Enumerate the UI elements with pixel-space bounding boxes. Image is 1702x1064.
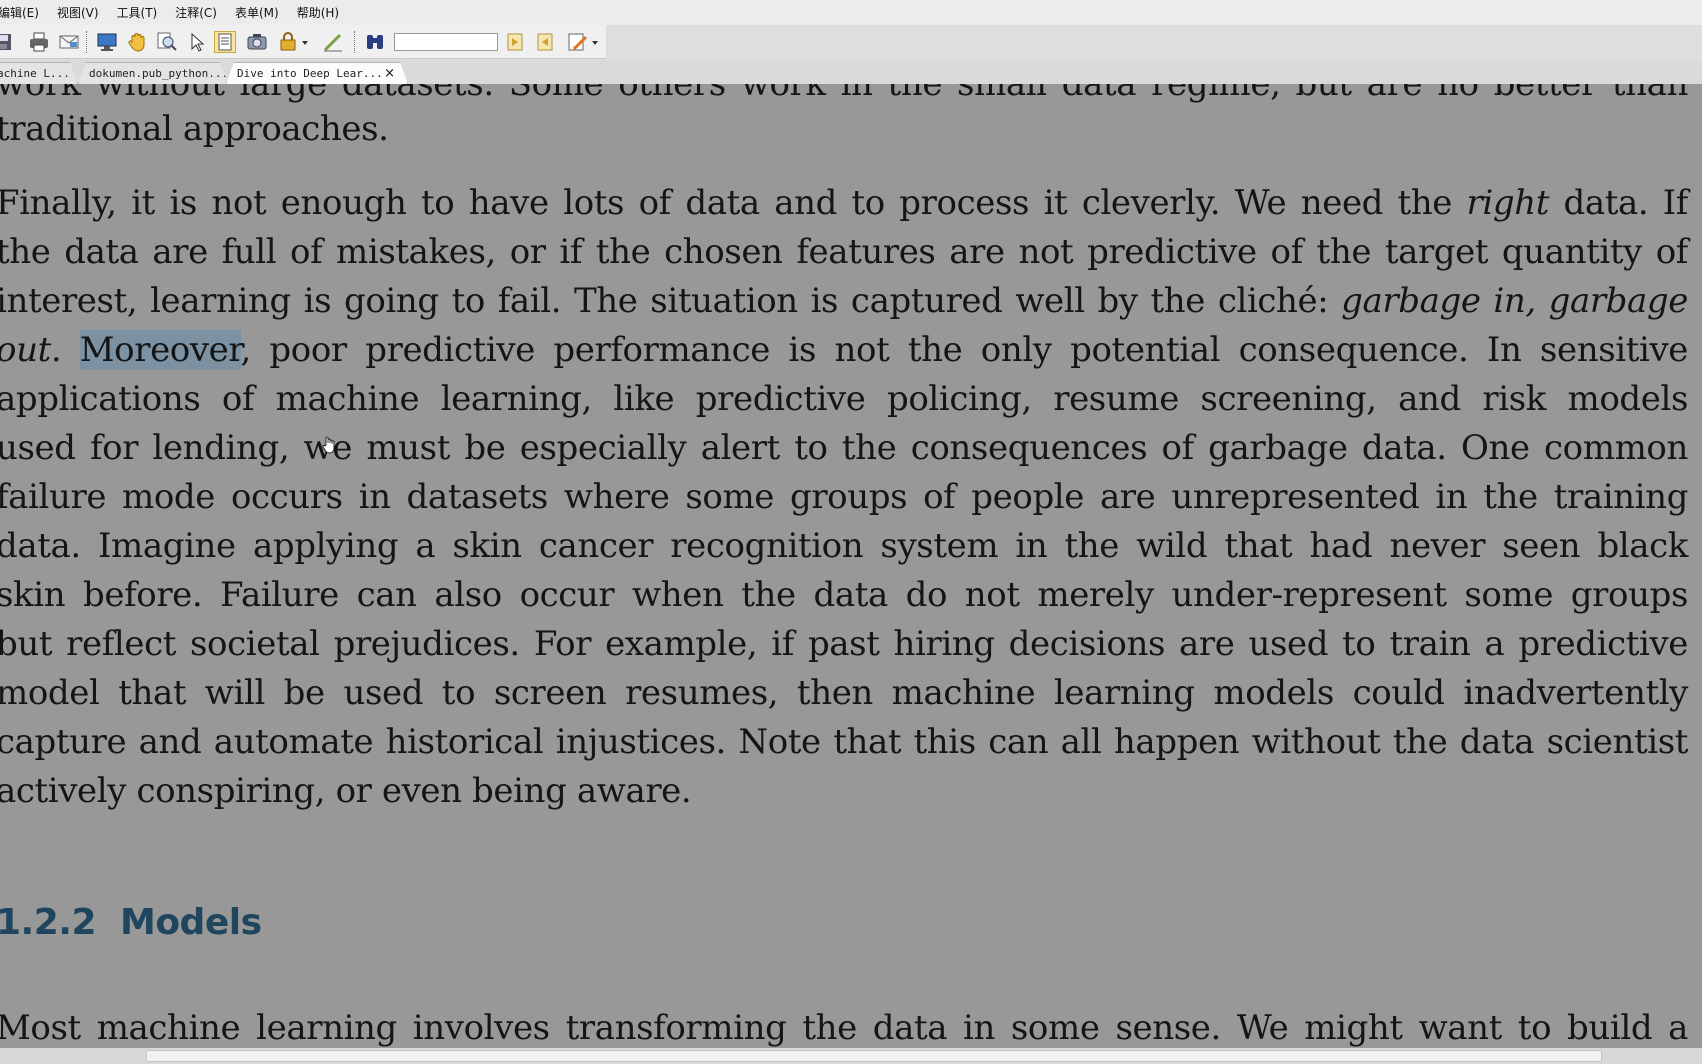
text-line: traditional approaches. [0,109,389,149]
text-line: actively conspiring, or even being aware… [0,771,692,811]
menu-forms[interactable]: 表单(M) [235,4,279,21]
tab-machine-learning[interactable]: achine L... [0,62,78,84]
sign-icon[interactable] [322,31,344,53]
menu-bar: 编辑(E) 视图(V) 工具(T) 注释(C) 表单(M) 帮助(H) [0,0,1702,25]
emphasis-text: garbage in, garbage [1341,281,1689,321]
fullscreen-icon[interactable] [96,31,118,53]
document-tab-bar: achine L... dokumen.pub_python... Dive i… [0,60,1702,84]
text-run: Finally, it is not enough to have lots o… [0,183,1467,223]
section-heading: 1.2.2 Models [0,902,262,943]
section-title: Models [120,902,262,943]
document-page: work without large datasets. Some others… [0,84,1702,1048]
text-line: the data are full of mistakes, or if the… [0,232,1688,272]
email-icon[interactable] [58,31,80,53]
text-line: but reflect societal prejudices. For exa… [0,624,1688,664]
save-icon[interactable] [0,31,14,53]
hand-cursor-icon [322,436,336,454]
highlight-icon[interactable] [566,31,602,53]
hand-tool-icon[interactable] [126,31,148,53]
snapshot-icon[interactable] [246,31,268,53]
next-result-icon[interactable] [534,31,556,53]
print-icon[interactable] [28,31,50,53]
text-line: skin before. Failure can also occur when… [0,575,1688,615]
menu-comment[interactable]: 注释(C) [175,4,217,21]
text-line: model that will be used to screen resume… [0,673,1688,713]
tab-dokumen-python[interactable]: dokumen.pub_python... [78,62,228,84]
tab-dive-into-deep-learning[interactable]: Dive into Deep Lear... × [226,62,408,84]
scrollbar-thumb[interactable] [146,1050,1602,1062]
toolbar-area [0,25,1702,60]
toolbar-separator [86,31,88,53]
prev-result-icon[interactable] [504,31,526,53]
text-line: applications of machine learning, like p… [0,379,1688,419]
close-icon[interactable]: × [384,66,395,81]
find-icon[interactable] [364,31,386,53]
text-line: failure mode occurs in datasets where so… [0,477,1688,517]
zoom-tool-icon[interactable] [156,31,178,53]
text-run: data. If [1548,183,1688,223]
text-line: Most machine learning involves transform… [0,1008,1688,1048]
text-run: interest, learning is going to fail. The… [0,281,1342,321]
tab-label: achine L... [0,67,70,80]
emphasis-text: out [0,330,51,370]
menu-help[interactable]: 帮助(H) [297,4,339,21]
menu-edit[interactable]: 编辑(E) [0,4,39,21]
text-run: . [50,330,80,370]
text-line: work without large datasets. Some others… [0,84,1688,104]
text-line: data. Imagine applying a skin cancer rec… [0,526,1688,566]
tab-label: dokumen.pub_python... [89,67,228,80]
find-input[interactable] [394,33,498,51]
selected-text[interactable]: Moreover [79,330,241,370]
menu-tools[interactable]: 工具(T) [117,4,158,21]
emphasis-text: right [1466,183,1550,223]
security-icon[interactable] [278,31,310,53]
text-line: capture and automate historical injustic… [0,722,1688,762]
tab-label: Dive into Deep Lear... [237,67,383,80]
text-line: Finally, it is not enough to have lots o… [0,181,1688,225]
section-number: 1.2.2 [0,902,97,943]
text-select-icon[interactable] [214,31,236,53]
text-run: , poor predictive performance is not the… [240,330,1689,370]
menu-view[interactable]: 视图(V) [57,4,99,21]
horizontal-scrollbar[interactable] [0,1048,1702,1064]
toolbar-separator [354,31,356,53]
text-line: used for lending, we must be especially … [0,428,1688,468]
toolbar [0,25,606,59]
text-line: out. Moreover, poor predictive performan… [0,328,1688,372]
text-line: interest, learning is going to fail. The… [0,279,1688,323]
select-arrow-icon[interactable] [186,31,208,53]
